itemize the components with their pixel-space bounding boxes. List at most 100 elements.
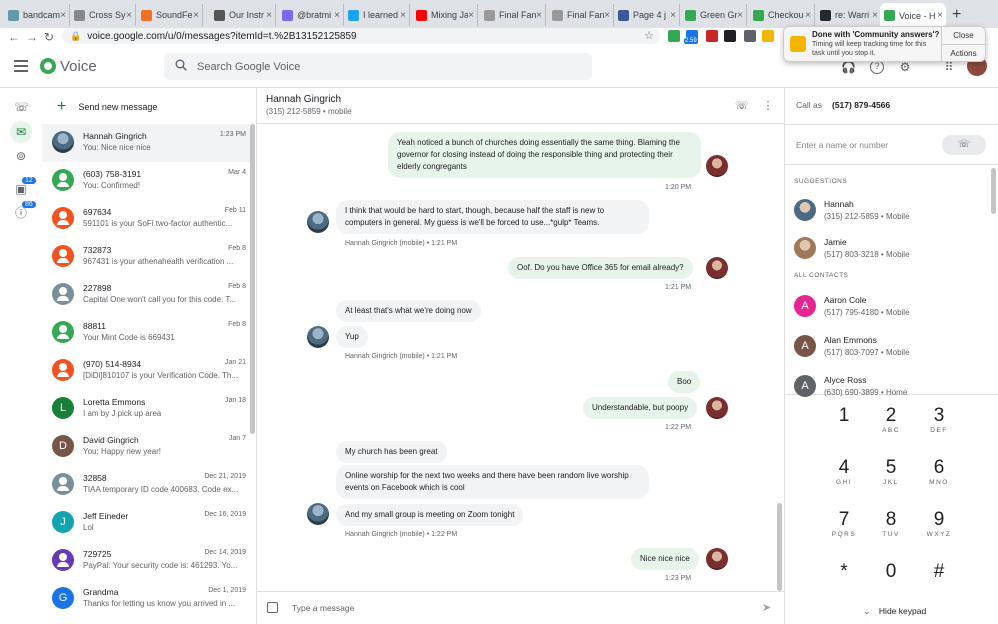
my-avatar — [706, 548, 728, 570]
tab-close-icon[interactable]: × — [670, 10, 676, 21]
keypad-key-7[interactable]: 7 PQRS — [824, 509, 864, 553]
apps-grid-icon[interactable]: ⠿ — [942, 60, 956, 74]
tab-close-icon[interactable]: × — [737, 10, 743, 21]
tab-close-icon[interactable]: × — [126, 10, 132, 21]
browser-tab[interactable]: Green Gr × — [681, 4, 747, 26]
tab-close-icon[interactable]: × — [400, 10, 406, 21]
conversation-item[interactable]: 227898 Feb 8 Capital One won't call you fo… — [42, 276, 250, 314]
contact-item[interactable]: A Alyce Ross (630) 690-3899 • Home — [785, 370, 993, 406]
main-menu-icon[interactable] — [14, 60, 28, 72]
browser-tab[interactable]: Page 4 j × — [614, 4, 680, 26]
conversation-list-scrollbar[interactable] — [250, 124, 255, 434]
extension-icon[interactable] — [706, 30, 718, 42]
tab-label: SoundFe — [156, 10, 193, 20]
keypad-key-8[interactable]: 8 TUV — [871, 509, 911, 553]
keypad-key-2[interactable]: 2 ABC — [871, 405, 911, 449]
tab-close-icon[interactable]: × — [805, 10, 811, 21]
bookmark-star-icon[interactable]: ☆ — [644, 29, 654, 42]
keypad-key-0[interactable]: 0 — [871, 561, 911, 605]
conversation-item[interactable]: 697634 Feb 11 591101 is your SoFi two-fact… — [42, 200, 250, 238]
new-tab-button[interactable]: + — [952, 6, 961, 24]
conversation-item[interactable]: Hannah Gingrich 1:23 PM You: Nice nice nic… — [42, 124, 250, 162]
forward-icon[interactable]: → — [26, 30, 38, 44]
conversation-item[interactable]: (970) 514-8934 Jan 21 [DiDi]810107 is your… — [42, 352, 250, 390]
browser-tab[interactable]: @bratmi × — [278, 4, 344, 26]
conversation-item[interactable]: L Loretta Emmons Jan 18 I am by J pick up a… — [42, 390, 250, 428]
browser-tab[interactable]: bandcamp× — [4, 4, 70, 26]
hide-keypad-button[interactable]: ⌄ Hide keypad — [863, 606, 926, 617]
notification-close-button[interactable]: Close — [941, 27, 985, 45]
contact-avatar: A — [794, 335, 816, 357]
help-icon[interactable]: ? — [870, 60, 884, 74]
keypad-key-9[interactable]: 9 WXYZ — [919, 509, 959, 553]
keypad-key-3[interactable]: 3 DEF — [919, 405, 959, 449]
voicemail-nav-icon[interactable]: ⊚ — [14, 149, 28, 163]
contact-item[interactable]: Jamie (517) 803-3218 • Mobile — [785, 232, 993, 268]
conversation-item[interactable]: 732873 Feb 8 967431 is your athenahealth v… — [42, 238, 250, 276]
browser-tab[interactable]: Our Instr × — [210, 4, 276, 26]
extension-icon[interactable] — [724, 30, 736, 42]
call-as-number[interactable]: (517) 879-4566 — [832, 100, 890, 110]
archive-nav-icon[interactable]: ▣ — [14, 182, 28, 196]
conversation-item[interactable]: (603) 758-3191 Mar 4 You: Confirmed! — [42, 162, 250, 200]
tab-close-icon[interactable]: × — [536, 10, 542, 21]
tab-close-icon[interactable]: × — [468, 10, 474, 21]
browser-tab[interactable]: Mixing Ja × — [412, 4, 478, 26]
conversation-name: 227898 — [83, 283, 112, 293]
image-attach-icon[interactable] — [267, 602, 278, 613]
dial-call-button[interactable]: ☏ — [942, 135, 986, 155]
browser-tab[interactable]: Final Fan × — [548, 4, 614, 26]
conversation-item[interactable]: 88811 Feb 8 Your Mint Code is 669431 — [42, 314, 250, 352]
back-icon[interactable]: ← — [8, 30, 20, 44]
extension-icon[interactable] — [762, 30, 774, 42]
send-icon[interactable]: ➤ — [762, 601, 771, 614]
conversation-item[interactable]: 32858 Dec 21, 2019 TIAA temporary ID code … — [42, 466, 250, 504]
contact-item[interactable]: A Alan Emmons (517) 803-7097 • Mobile — [785, 330, 993, 366]
message-composer[interactable]: Type a message ➤ — [257, 591, 784, 624]
search-input[interactable]: Search Google Voice — [164, 53, 592, 80]
tab-close-icon[interactable]: × — [604, 10, 610, 21]
tab-close-icon[interactable]: × — [937, 10, 943, 21]
browser-tab[interactable]: Cross Sy × — [70, 4, 136, 26]
extension-icon[interactable] — [668, 30, 680, 42]
tab-label: Final Fan — [567, 10, 605, 20]
browser-tab[interactable]: re: Warri × — [816, 4, 882, 26]
reload-icon[interactable]: ↻ — [44, 30, 54, 44]
contact-item[interactable]: Hannah (315) 212-5859 • Mobile — [785, 194, 993, 230]
browser-tab[interactable]: I learned × — [344, 4, 410, 26]
tab-close-icon[interactable]: × — [60, 10, 66, 21]
thread-scrollbar[interactable] — [777, 503, 782, 591]
extension-icon[interactable] — [744, 30, 756, 42]
keypad-key-5[interactable]: 5 JKL — [871, 457, 911, 501]
conversation-item[interactable]: D David Gingrich Jan 7 You: Happy new year! — [42, 428, 250, 466]
notification-actions-button[interactable]: Actions — [941, 45, 985, 62]
keypad-key-6[interactable]: 6 MNO — [919, 457, 959, 501]
conversation-item[interactable]: G Grandma Dec 1, 2019 Thanks for letting us… — [42, 580, 250, 618]
send-new-message-button[interactable]: + Send new message — [57, 98, 157, 116]
contact-item[interactable]: A Aaron Cole (517) 795-4180 • Mobile — [785, 290, 993, 326]
conversation-item[interactable]: J Jeff Eineder Dec 16, 2019 Lol — [42, 504, 250, 542]
call-phone-icon[interactable]: ☏ — [735, 99, 749, 112]
address-bar[interactable]: 🔒 voice.google.com/u/0/messages?itemId=t… — [62, 28, 660, 44]
name-or-number-input[interactable]: Enter a name or number — [796, 140, 888, 150]
keypad-key-1[interactable]: 1 — [824, 405, 864, 449]
tab-close-icon[interactable]: × — [334, 10, 340, 21]
more-options-icon[interactable]: ⋮ — [762, 99, 774, 112]
messages-nav-icon[interactable]: ✉ — [10, 121, 32, 143]
keypad-key-4[interactable]: 4 GHI — [824, 457, 864, 501]
browser-tab[interactable]: SoundFe × — [137, 4, 203, 26]
calls-nav-icon[interactable]: ☏ — [14, 100, 29, 114]
settings-gear-icon[interactable]: ⚙ — [898, 60, 912, 74]
keypad-key-star[interactable]: * — [824, 561, 864, 605]
tab-close-icon[interactable]: × — [266, 10, 272, 21]
browser-tab[interactable]: Voice - H × — [880, 3, 946, 28]
browser-tab[interactable]: Checkou × — [749, 4, 815, 26]
tab-close-icon[interactable]: × — [193, 10, 199, 21]
conversation-item[interactable]: 729725 Dec 14, 2019 PayPal: Your security … — [42, 542, 250, 580]
keypad-key-hash[interactable]: # — [919, 561, 959, 605]
spam-nav-icon[interactable]: ⓘ — [14, 206, 28, 220]
tab-close-icon[interactable]: × — [872, 10, 878, 21]
browser-tab[interactable]: Final Fan × — [480, 4, 546, 26]
headset-icon[interactable]: 🎧 — [841, 60, 856, 74]
contact-name: Jamie — [824, 237, 847, 247]
